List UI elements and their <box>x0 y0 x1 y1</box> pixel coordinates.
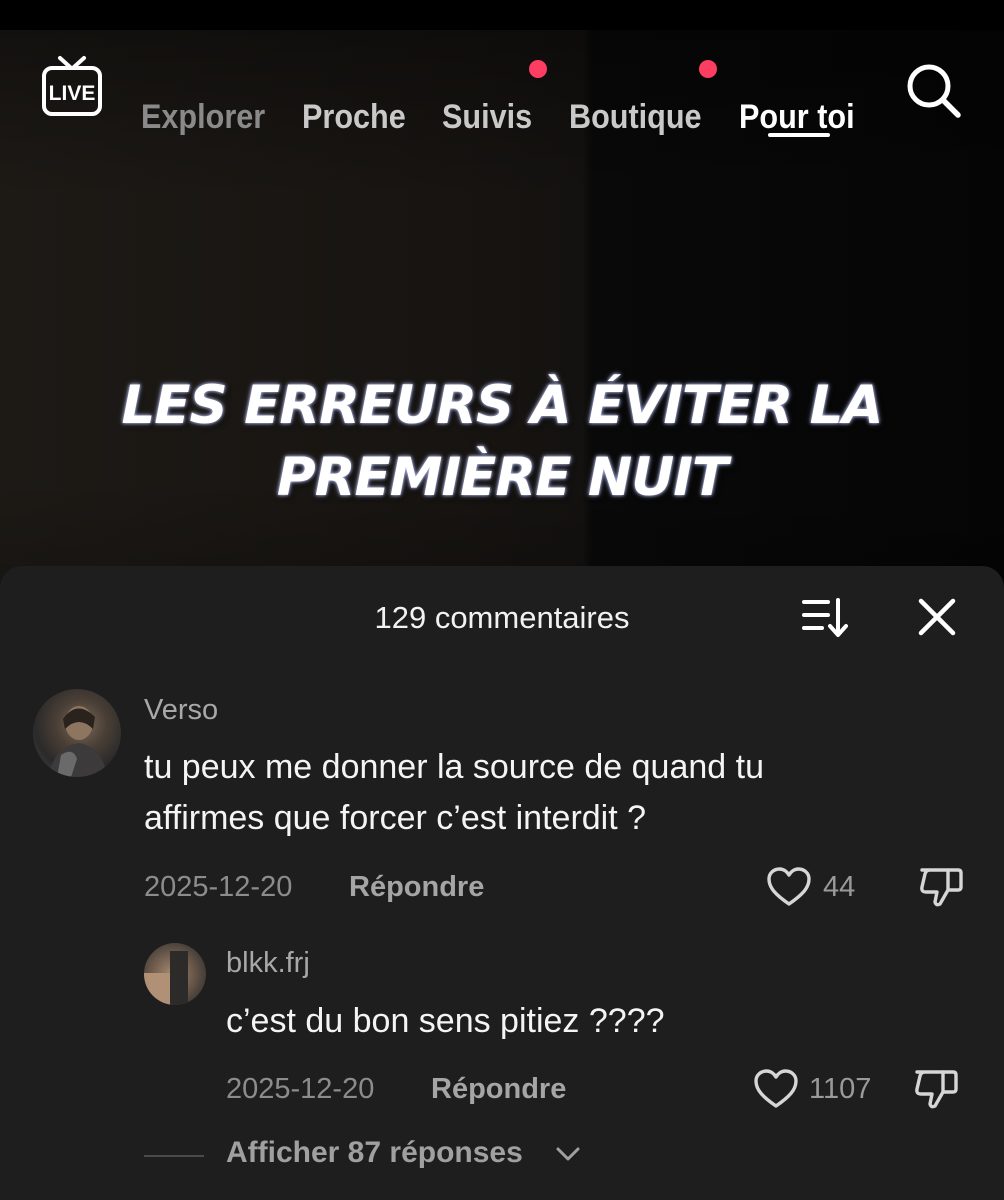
live-label: LIVE <box>49 82 96 105</box>
like-button[interactable] <box>753 1068 799 1110</box>
like-count: 1107 <box>809 1073 872 1105</box>
comment-username[interactable]: Verso <box>144 694 218 727</box>
thumbs-down-icon <box>915 1070 958 1109</box>
top-nav: LIVE Explorer Proche Suivis Boutique Pou… <box>0 30 1004 150</box>
video-caption: LES ERREURS À ÉVITER LA PREMIÈRE NUIT <box>0 370 1004 514</box>
live-button[interactable]: LIVE <box>40 54 104 120</box>
notification-dot-boutique <box>699 60 717 78</box>
comments-panel: 129 commentaires Verso tu peux me donner… <box>0 566 1004 1200</box>
reply-date: 2025-12-20 <box>226 1073 375 1105</box>
search-button[interactable] <box>903 60 963 120</box>
thumbs-down-icon <box>920 868 963 907</box>
comments-count-title: 129 commentaires <box>374 600 630 635</box>
sort-icon <box>802 598 848 637</box>
like-count: 44 <box>823 871 856 903</box>
sort-button[interactable] <box>800 594 852 640</box>
reply-text: c’est du bon sens pitiez ???? <box>226 1002 665 1040</box>
caption-line-1: LES ERREURS À ÉVITER LA <box>121 375 884 436</box>
notification-dot-suivis <box>529 60 547 78</box>
search-icon <box>907 64 961 118</box>
caption-line-2: PREMIÈRE NUIT <box>276 447 728 508</box>
comment-text-line-1: tu peux me donner la source de quand tu <box>144 748 764 786</box>
replies-divider <box>144 1155 204 1157</box>
reply-avatar[interactable] <box>144 943 206 1005</box>
close-button[interactable] <box>914 594 960 640</box>
comment-date: 2025-12-20 <box>144 871 293 903</box>
active-tab-indicator <box>768 133 830 137</box>
heart-icon <box>767 867 811 906</box>
comment-text-line-2: affirmes que forcer c’est interdit ? <box>144 799 647 837</box>
tab-proche[interactable]: Proche <box>302 98 406 137</box>
like-button[interactable] <box>766 866 812 908</box>
reply-avatar-image <box>144 951 188 1005</box>
avatar-portrait <box>49 706 107 777</box>
dislike-button[interactable] <box>913 1066 959 1112</box>
reply-username[interactable]: blkk.frj <box>226 947 310 980</box>
live-tv-icon: LIVE <box>42 56 102 116</box>
heart-icon <box>754 1069 798 1108</box>
reply-button[interactable]: Répondre <box>349 871 484 904</box>
avatar[interactable] <box>33 689 121 777</box>
tab-explorer[interactable]: Explorer <box>141 98 265 137</box>
tab-suivis[interactable]: Suivis <box>442 98 532 137</box>
close-icon <box>918 598 956 636</box>
show-more-replies-button[interactable]: Afficher 87 réponses <box>226 1136 523 1170</box>
dislike-button[interactable] <box>918 864 964 910</box>
reply-button[interactable]: Répondre <box>431 1073 566 1106</box>
chevron-down-icon[interactable] <box>555 1145 581 1163</box>
tab-boutique[interactable]: Boutique <box>569 98 702 137</box>
tab-pour-toi[interactable]: Pour toi <box>739 98 855 137</box>
